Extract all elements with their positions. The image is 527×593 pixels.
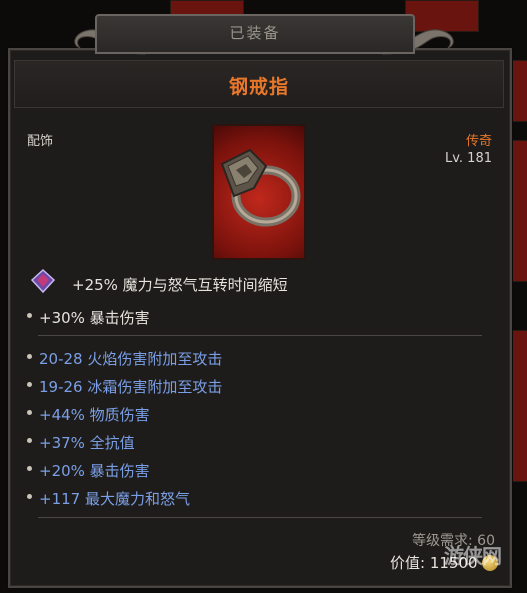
bullet-icon	[27, 313, 32, 318]
bullet-icon	[27, 382, 32, 387]
affix-stat: +20% 暴击伤害	[39, 462, 150, 480]
bullet-icon	[27, 466, 32, 471]
affix-stat: 20-28 火焰伤害附加至攻击	[39, 350, 223, 368]
item-category: 配饰	[27, 134, 54, 149]
bullet-icon	[27, 354, 32, 359]
implicit-stat: +25% 魔力与怒气互转时间缩短	[72, 276, 288, 294]
item-level: Lv. 181	[444, 151, 492, 166]
background-slot	[512, 140, 527, 282]
affix-stat: 19-26 冰霜伤害附加至攻击	[39, 378, 223, 396]
steel-ring-icon	[220, 148, 301, 227]
affix-stat: +44% 物质伤害	[39, 406, 150, 424]
divider	[38, 517, 482, 518]
item-name: 钢戒指	[228, 76, 289, 98]
affix-stat: +37% 全抗值	[39, 434, 135, 452]
background-slot	[512, 60, 527, 122]
equipped-label: 已装备	[229, 24, 281, 42]
item-rarity: 传奇	[465, 134, 492, 149]
background-slot	[512, 330, 527, 482]
gem-icon	[30, 268, 56, 294]
bullet-icon	[27, 410, 32, 415]
bullet-icon	[27, 438, 32, 443]
base-stat: +30% 暴击伤害	[39, 309, 150, 327]
item-image	[212, 124, 306, 260]
divider	[38, 335, 482, 336]
affix-stat: +117 最大魔力和怒气	[39, 490, 190, 508]
watermark: 游侠网	[444, 544, 502, 568]
bullet-icon	[27, 494, 32, 499]
